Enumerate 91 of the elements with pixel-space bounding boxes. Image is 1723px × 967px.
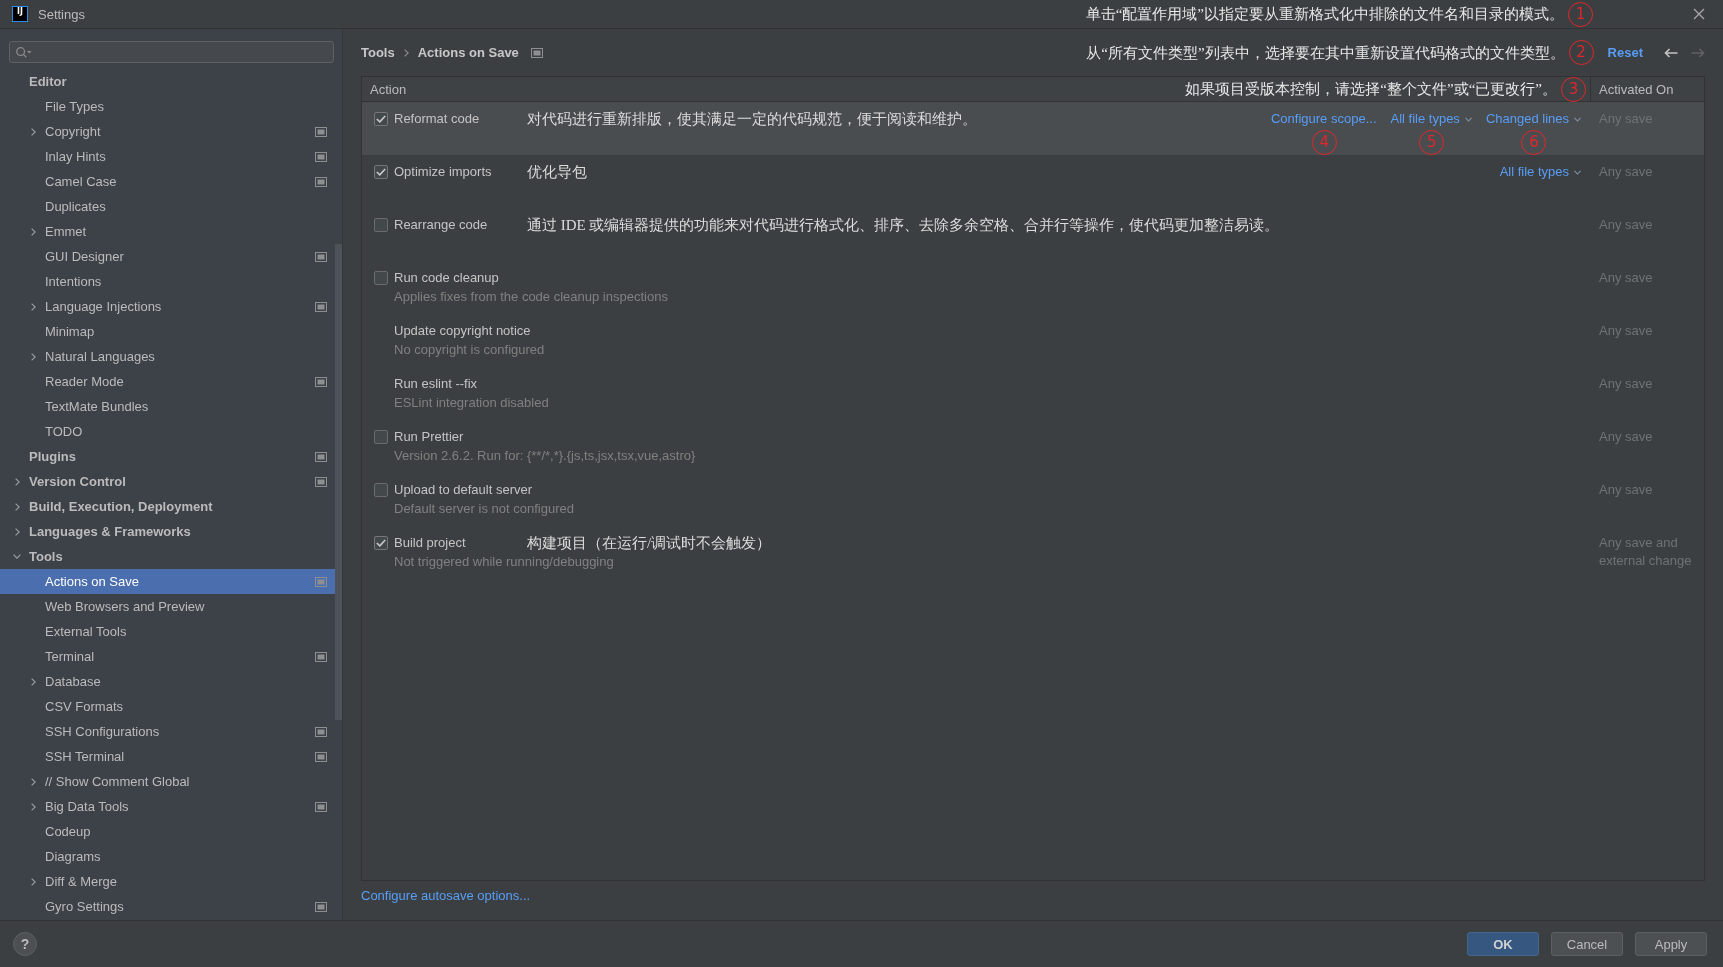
chevron-down-icon bbox=[1574, 169, 1581, 175]
sidebar-item[interactable]: Inlay Hints bbox=[0, 144, 335, 169]
option-dropdown[interactable]: All file types bbox=[1499, 164, 1581, 180]
action-label: Build project bbox=[394, 535, 466, 550]
checkbox[interactable] bbox=[374, 165, 388, 179]
sidebar-item[interactable]: TODO bbox=[0, 419, 335, 444]
cancel-button[interactable]: Cancel bbox=[1551, 932, 1623, 956]
checkbox[interactable] bbox=[374, 430, 388, 444]
annotation-text: 单击“配置作用域”以指定要从重新格式化中排除的文件名和目录的模式。 bbox=[1085, 5, 1564, 23]
action-label: Run eslint --fix bbox=[394, 376, 478, 391]
sidebar-item[interactable]: Editor bbox=[0, 69, 335, 94]
arrow-left-icon[interactable] bbox=[1664, 47, 1678, 58]
checkbox[interactable] bbox=[374, 536, 388, 550]
checkmark-icon bbox=[376, 539, 386, 547]
option-link[interactable]: Configure scope... bbox=[1271, 111, 1377, 127]
chevron-down-icon bbox=[1574, 116, 1581, 122]
sidebar-item[interactable]: SSH Configurations bbox=[0, 719, 335, 744]
checkbox[interactable] bbox=[374, 271, 388, 285]
sidebar-item[interactable]: TextMate Bundles bbox=[0, 394, 335, 419]
option-dropdown[interactable]: All file types bbox=[1390, 111, 1472, 127]
annotation-text: 通过 IDE 或编辑器提供的功能来对代码进行格式化、排序、去除多余空格、合并行等操作，使代码更加整洁易读。 bbox=[527, 217, 1280, 233]
sidebar-item[interactable]: Language Injections bbox=[0, 294, 335, 319]
apply-button[interactable]: Apply bbox=[1635, 932, 1707, 956]
action-label: Upload to default server bbox=[394, 482, 533, 497]
sidebar-item[interactable]: File Types bbox=[0, 94, 335, 119]
scrollbar-thumb[interactable] bbox=[335, 244, 342, 720]
sidebar-item[interactable]: Natural Languages bbox=[0, 344, 335, 369]
action-description: ESLint integration disabled bbox=[394, 395, 549, 410]
sidebar-item[interactable]: Codeup bbox=[0, 819, 335, 844]
checkmark-icon bbox=[376, 168, 386, 176]
checkbox[interactable] bbox=[374, 112, 388, 126]
sidebar-item[interactable]: CSV Formats bbox=[0, 694, 335, 719]
checkbox[interactable] bbox=[374, 483, 388, 497]
search-field[interactable] bbox=[9, 41, 334, 63]
sidebar-item[interactable]: Actions on Save bbox=[0, 569, 335, 594]
chevron-down-icon bbox=[1464, 116, 1472, 122]
sidebar-item[interactable]: Tools bbox=[0, 544, 335, 569]
action-description: Applies fixes from the code cleanup inspections bbox=[394, 289, 668, 304]
sidebar-item[interactable]: Copyright bbox=[0, 119, 335, 144]
action-label: Optimize imports bbox=[394, 164, 492, 179]
reset-link[interactable]: Reset bbox=[1607, 45, 1643, 60]
sidebar-item[interactable]: Big Data Tools bbox=[0, 794, 335, 819]
sidebar-item[interactable]: Database bbox=[0, 669, 335, 694]
action-description: Not triggered while running/debugging bbox=[394, 554, 614, 569]
breadcrumb-link[interactable]: Tools bbox=[361, 45, 395, 60]
sidebar-item[interactable]: Languages & Frameworks bbox=[0, 519, 335, 544]
sidebar-item[interactable]: Build, Execution, Deployment bbox=[0, 494, 335, 519]
search-icon bbox=[16, 46, 32, 58]
checkmark-icon bbox=[376, 115, 386, 123]
sidebar-item[interactable]: // Show Comment Global bbox=[0, 769, 335, 794]
autosave-link[interactable]: Configure autosave options... bbox=[361, 888, 531, 903]
action-description: Default server is not configured bbox=[394, 501, 574, 516]
checkbox[interactable] bbox=[374, 218, 388, 232]
annotation-text: 从“所有文件类型”列表中，选择要在其中重新设置代码格式的文件类型。 bbox=[1086, 43, 1565, 62]
sidebar-item[interactable]: Diff & Merge bbox=[0, 869, 335, 894]
sidebar-item[interactable]: Diagrams bbox=[0, 844, 335, 869]
sidebar-item[interactable]: Duplicates bbox=[0, 194, 335, 219]
action-label: Run code cleanup bbox=[394, 270, 499, 285]
sidebar-item[interactable]: SSH Terminal bbox=[0, 744, 335, 769]
chevron-right-icon bbox=[403, 48, 409, 57]
sidebar-item[interactable]: External Tools bbox=[0, 619, 335, 644]
annotation-text: 优化导包 bbox=[527, 164, 587, 180]
option-dropdown[interactable]: Changed lines bbox=[1485, 111, 1581, 127]
column-header: Activated On bbox=[1599, 81, 1674, 97]
ok-button[interactable]: OK bbox=[1467, 932, 1539, 956]
breadcrumb-current: Actions on Save bbox=[417, 45, 519, 60]
action-label: Update copyright notice bbox=[394, 323, 531, 338]
sidebar-item[interactable]: Emmet bbox=[0, 219, 335, 244]
action-label: Reformat code bbox=[394, 111, 480, 126]
sidebar-item[interactable]: Plugins bbox=[0, 444, 335, 469]
action-label: Rearrange code bbox=[394, 217, 488, 232]
annotation-text: 对代码进行重新排版，使其满足一定的代码规范，便于阅读和维护。 bbox=[527, 111, 977, 127]
sidebar-item[interactable]: Version Control bbox=[0, 469, 335, 494]
sidebar-item[interactable]: Camel Case bbox=[0, 169, 335, 194]
column-header: Action bbox=[370, 81, 407, 97]
annotation-text: 构建项目（在运行/调试时不会触发） bbox=[527, 535, 772, 551]
sidebar-item[interactable]: Intentions bbox=[0, 269, 335, 294]
sidebar-item[interactable]: Terminal bbox=[0, 644, 335, 669]
annotation-text: 如果项目受版本控制，请选择“整个文件”或“已更改行”。 bbox=[1185, 80, 1557, 98]
sidebar-item[interactable]: Web Browsers and Preview bbox=[0, 594, 335, 619]
action-label: Run Prettier bbox=[394, 429, 464, 444]
action-description: No copyright is configured bbox=[394, 342, 545, 357]
sidebar-item[interactable]: GUI Designer bbox=[0, 244, 335, 269]
sidebar-item[interactable]: Minimap bbox=[0, 319, 335, 344]
action-description: Version 2.6.2. Run for: {**/*,*}.{js,ts,jsx,tsx,vue,astro} bbox=[394, 448, 696, 463]
sidebar-item[interactable]: Gyro Settings bbox=[0, 894, 335, 919]
window-title: Settings bbox=[38, 6, 85, 22]
sidebar-item[interactable]: Reader Mode bbox=[0, 369, 335, 394]
close-icon[interactable] bbox=[1693, 8, 1705, 20]
app-logo: IJ bbox=[12, 6, 28, 22]
help-button[interactable]: ? bbox=[13, 932, 37, 956]
